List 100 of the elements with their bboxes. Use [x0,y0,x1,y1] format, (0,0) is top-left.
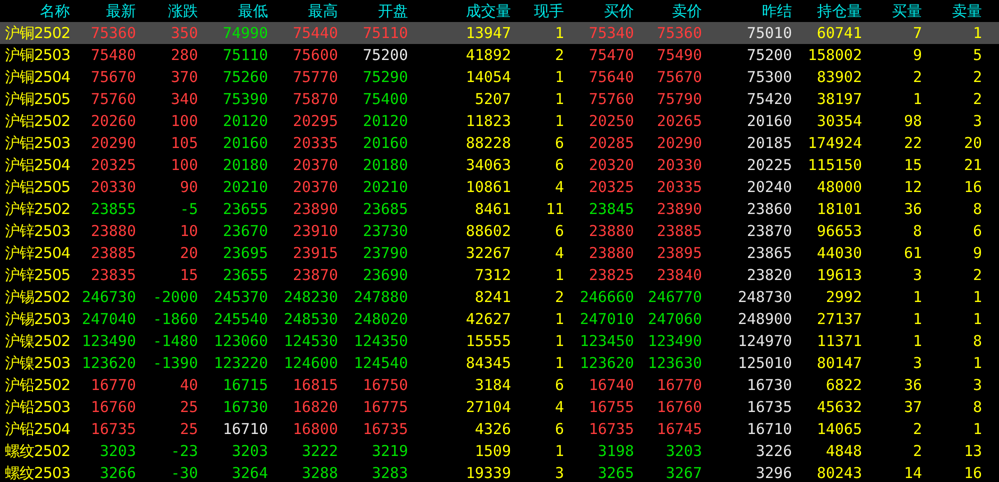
quote-cell: 1 [554,68,564,86]
quote-cell: 20160 [222,134,268,152]
quote-cell: 16735 [746,398,792,416]
quote-cell: 3283 [372,464,408,482]
quote-cell: 100 [170,156,198,174]
quote-cell: 4848 [826,442,862,460]
column-header[interactable]: 成交量 [466,2,511,20]
contract-name: 沪铝2503 [5,134,70,152]
quote-cell: 1 [972,420,982,438]
quote-cell: 20160 [746,112,792,130]
quote-cell: 34063 [466,156,511,174]
quote-cell: 8 [972,200,982,218]
quote-cell: 18101 [816,200,862,218]
quote-cell: 11 [546,200,564,218]
column-header[interactable]: 买量 [892,2,922,20]
quote-cell: 8461 [474,200,511,218]
column-header[interactable]: 最新 [106,2,136,20]
quote-cell: 14054 [466,68,511,86]
quote-cell: 75360 [90,24,136,42]
quote-cell: 23865 [746,244,792,262]
column-header[interactable]: 卖量 [952,2,982,20]
quote-cell: 75640 [588,68,634,86]
column-header[interactable]: 持仓量 [817,2,862,20]
quote-cell: 1 [912,310,922,328]
quote-cell: -1390 [152,354,198,372]
quote-cell: 37 [904,398,922,416]
quote-cell: 23835 [90,266,136,284]
quote-cell: 3 [912,354,922,372]
quote-cell: 75340 [588,24,634,42]
column-header[interactable]: 涨跌 [168,2,198,20]
quote-cell: 16730 [222,398,268,416]
column-header[interactable]: 买价 [604,2,634,20]
column-header[interactable]: 开盘 [378,2,408,20]
column-header[interactable]: 最高 [308,2,338,20]
column-header[interactable]: 昨结 [762,2,792,20]
quote-cell: 23840 [656,266,702,284]
quote-cell: 23890 [656,200,702,218]
quote-cell: 41892 [466,46,511,64]
quote-cell: 2 [972,90,982,108]
quote-cell: 23730 [362,222,408,240]
quote-cell: 340 [170,90,198,108]
column-header[interactable]: 名称 [40,2,70,20]
contract-name: 沪铅2502 [5,376,70,394]
quote-cell: 30354 [816,112,862,130]
quote-cell: 61 [904,244,922,262]
quote-cell: 23670 [222,222,268,240]
quote-cell: 83902 [816,68,862,86]
quote-cell: 5 [972,46,982,64]
quote-cell: 16770 [656,376,702,394]
quote-cell: 75010 [746,24,792,42]
quote-cell: 40 [180,376,198,394]
quote-cell: 1 [554,442,564,460]
quote-cell: 20185 [746,134,792,152]
quote-cell: -5 [180,200,198,218]
quote-cell: 20210 [222,178,268,196]
contract-name: 沪铜2505 [5,90,70,108]
quote-cell: 3265 [598,464,634,482]
quote-cell: 123620 [82,354,136,372]
quote-cell: 20160 [362,134,408,152]
quote-cell: 3203 [666,442,702,460]
quote-cell: 8 [972,398,982,416]
quote-cell: 246770 [648,288,702,306]
quote-cell: 370 [170,68,198,86]
quote-cell: 5207 [474,90,511,108]
quote-cell: 9 [972,244,982,262]
quote-row[interactable]: 沪铜2502 75360 350 74990 75440 75110 13947 1 75340 75360 75010 60741 7 1 [0,22,999,44]
quote-cell: 23895 [656,244,702,262]
quote-cell: 2 [912,420,922,438]
quote-cell: 3203 [232,442,268,460]
contract-name: 沪镍2502 [5,332,70,350]
quote-cell: 75670 [90,68,136,86]
quote-cell: 247010 [580,310,634,328]
quote-cell: 96653 [816,222,862,240]
quote-cell: 6 [554,156,564,174]
quote-cell: 27137 [816,310,862,328]
quote-cell: 10861 [466,178,511,196]
quote-cell: 13947 [466,24,511,42]
quote-cell: 23820 [746,266,792,284]
quote-cell: 90 [180,178,198,196]
quote-cell: 2 [554,288,564,306]
quote-cell: 75260 [222,68,268,86]
contract-name: 沪铜2502 [5,24,70,42]
column-header[interactable]: 卖价 [672,2,702,20]
quote-cell: 3 [554,464,564,482]
column-header[interactable]: 最低 [238,2,268,20]
quote-cell: 2 [912,442,922,460]
quote-cell: 38197 [816,90,862,108]
column-header[interactable]: 现手 [534,2,564,20]
quote-cell: 11823 [466,112,511,130]
contract-name: 沪铝2504 [5,156,70,174]
quote-cell: 14 [904,464,922,482]
quote-cell: 15 [180,266,198,284]
quote-cell: 75790 [656,90,702,108]
contract-name: 沪锌2504 [5,244,70,262]
quote-cell: 123060 [214,332,268,350]
quote-cell: 48000 [816,178,862,196]
quote-cell: 20290 [90,134,136,152]
quote-cell: 7312 [474,266,511,284]
quote-cell: 20295 [292,112,338,130]
quote-cell: 23880 [90,222,136,240]
